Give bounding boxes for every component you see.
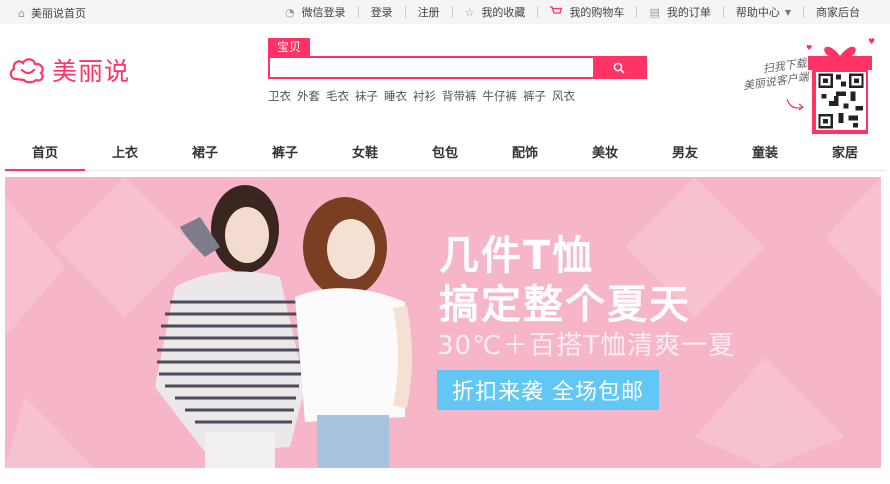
hotword-link[interactable]: 睡衣 [384,88,407,104]
nav-item-home[interactable]: 首页 [5,143,85,171]
hotword-link[interactable]: 毛衣 [326,88,349,104]
hotword-link[interactable]: 裤子 [523,88,546,104]
favorites-label: 我的收藏 [481,6,526,19]
banner-subtitle: 30℃＋百搭T恤清爽一夏 [437,331,736,361]
promo-banner[interactable]: 几件T恤 搞定整个夏天 30℃＋百搭T恤清爽一夏 折扣来袭 全场包邮 [5,177,881,468]
svg-text:♥: ♥ [806,44,812,52]
category-nav: 首页 上衣 裙子 裤子 女鞋 包包 配饰 美妆 男友 童装 家居 [5,143,885,171]
hotword-link[interactable]: 风衣 [552,88,575,104]
nav-item-accessories[interactable]: 配饰 [485,143,565,170]
home-link-label: 美丽说首页 [30,7,86,20]
search-icon [613,62,625,74]
model-left-image [155,185,305,468]
merchant-backend-link[interactable]: 商家后台 [804,4,872,20]
register-link[interactable]: 注册 [406,4,452,20]
wechat-login-link[interactable]: ◔ 微信登录 [273,4,358,20]
login-link[interactable]: 登录 [359,4,405,20]
nav-item-skirts[interactable]: 裙子 [165,143,245,170]
register-label: 注册 [417,6,440,19]
cart-icon [550,5,563,19]
nav-item-home-living[interactable]: 家居 [805,143,885,170]
nav-item-kids[interactable]: 童装 [725,143,805,170]
search-button[interactable] [593,58,645,77]
search-type-tab[interactable]: 宝贝 [268,38,311,56]
hotword-link[interactable]: 牛仔裤 [483,88,518,104]
hotword-link[interactable]: 袜子 [355,88,378,104]
banner-cta-button[interactable]: 折扣来袭 全场包邮 [437,370,659,410]
nav-item-shoes[interactable]: 女鞋 [325,143,405,170]
top-bar: ⌂ 美丽说首页 ◔ 微信登录 登录 注册 ☆ 我的收藏 我的购物车 ▤ 我的订单 帮助中… [0,0,890,24]
wechat-icon: ◔ [284,5,295,19]
qr-code [816,72,866,130]
cart-link[interactable]: 我的购物车 [538,4,636,20]
download-app-caption: 扫我下载 美丽说客户端 [726,57,809,96]
hotword-link[interactable]: 衬衫 [413,88,436,104]
orders-label: 我的订单 [666,6,711,19]
nav-item-beauty[interactable]: 美妆 [565,143,645,170]
merchant-backend-label: 商家后台 [816,6,860,19]
hotword-link[interactable]: 外套 [297,88,320,104]
logo-cloud-icon [9,58,44,84]
svg-text:♥: ♥ [868,37,875,46]
chevron-down-icon: ▼ [784,7,791,17]
cart-label: 我的购物车 [569,6,625,19]
nav-item-tops[interactable]: 上衣 [85,143,165,170]
banner-title-line2: 搞定整个夏天 [439,282,691,328]
favorites-link[interactable]: ☆ 我的收藏 [453,4,538,20]
model-right-image [295,197,412,468]
order-list-icon: ▤ [649,5,660,19]
hotword-link[interactable]: 卫衣 [268,88,291,104]
star-icon: ☆ [464,5,475,19]
top-links: ◔ 微信登录 登录 注册 ☆ 我的收藏 我的购物车 ▤ 我的订单 帮助中心 ▼ 商家后台 [273,0,872,24]
nav-item-boyfriend[interactable]: 男友 [645,143,725,170]
login-label: 登录 [370,6,393,19]
search-box [268,56,647,79]
search-input[interactable] [270,59,600,79]
hotword-link[interactable]: 背带裤 [442,88,477,104]
home-link[interactable]: ⌂ 美丽说首页 [18,5,86,21]
nav-item-pants[interactable]: 裤子 [245,143,325,170]
help-center-dropdown[interactable]: 帮助中心 ▼ [724,4,803,20]
hot-search-words: 卫衣 外套 毛衣 袜子 睡衣 衬衫 背带裤 牛仔裤 裤子 风衣 [268,88,581,104]
help-center-label: 帮助中心 [735,6,780,19]
wechat-login-label: 微信登录 [301,6,346,19]
nav-item-bags[interactable]: 包包 [405,143,485,170]
home-icon: ⌂ [18,7,25,20]
logo-text: 美丽说 [52,57,131,86]
site-logo[interactable]: 美丽说 [8,52,130,88]
orders-link[interactable]: ▤ 我的订单 [637,4,722,20]
